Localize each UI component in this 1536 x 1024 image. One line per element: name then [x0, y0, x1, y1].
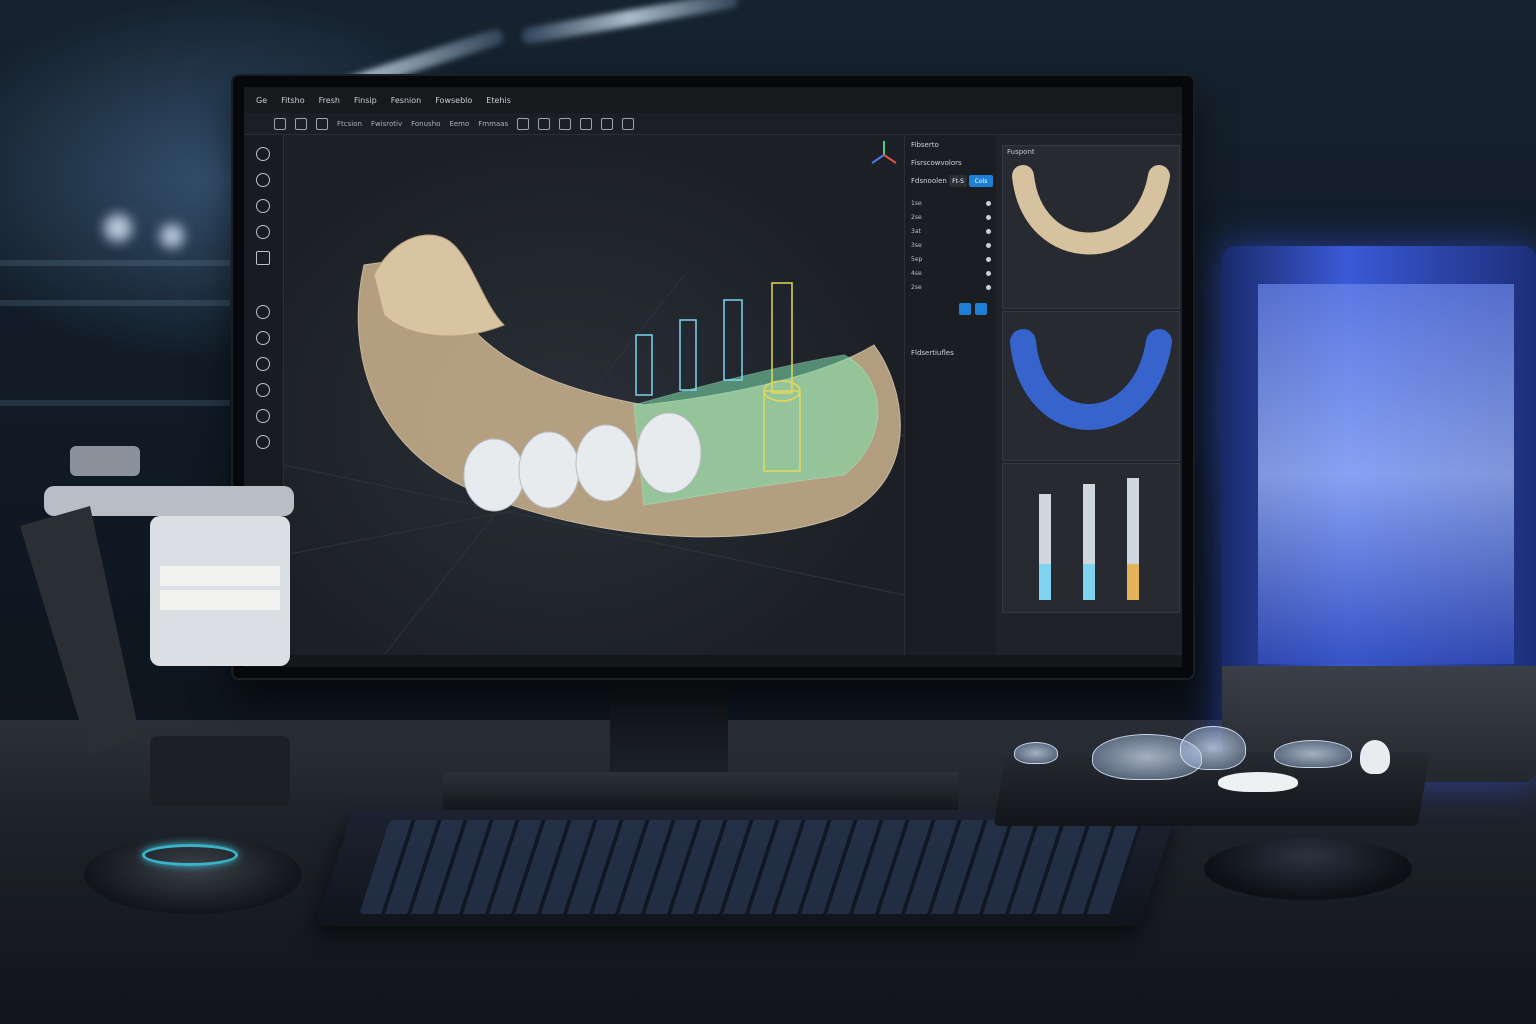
status-bar: Drabot: [244, 655, 1182, 667]
visibility-icon[interactable]: [986, 270, 991, 276]
tooth-tool-icon[interactable]: [256, 305, 270, 319]
background-shelf: [0, 260, 230, 266]
tool-icon[interactable]: [601, 117, 614, 130]
tooth-tool-icon[interactable]: [256, 331, 270, 345]
monitor-stand-base: [443, 772, 958, 812]
menu-item[interactable]: Finsip: [354, 96, 377, 105]
tooth-tool-icon[interactable]: [256, 383, 270, 397]
toolbar-label[interactable]: Fwisrotiv: [371, 120, 402, 128]
preview-arch[interactable]: Fuspont: [1002, 145, 1180, 309]
clear-aligner: [1180, 726, 1246, 770]
layer-row[interactable]: 3at: [911, 225, 991, 237]
layer-row[interactable]: 1se: [911, 197, 991, 209]
arch-thumbnail: [1012, 165, 1170, 255]
preview-guide[interactable]: [1002, 311, 1180, 461]
background-shelf: [0, 400, 230, 406]
rotate-tool-icon[interactable]: [256, 225, 270, 239]
tool-icon[interactable]: [316, 117, 328, 130]
visibility-icon[interactable]: [986, 214, 991, 220]
guide-thumbnail: [1010, 329, 1172, 430]
background-light: [160, 224, 184, 248]
base-light-ring: [142, 844, 238, 866]
visibility-icon[interactable]: [986, 256, 991, 262]
mode-button[interactable]: Ft-S: [949, 175, 967, 187]
tool-icon[interactable]: [538, 117, 551, 130]
tool-icon[interactable]: [295, 117, 307, 130]
tool-icon[interactable]: [517, 117, 530, 130]
background-shelf: [0, 300, 230, 306]
visibility-icon[interactable]: [986, 228, 991, 234]
background-light: [104, 214, 132, 242]
toolbar-label[interactable]: Fonusho: [411, 120, 440, 128]
3d-printer: [1222, 246, 1536, 782]
properties-panel: Fibserto Fisrscowvolors Fdsnoolen Ft-S C…: [904, 135, 996, 655]
cad-software-screen: Ge Fitsho Fresh Finsip Fesnion Fowseblo …: [244, 87, 1182, 667]
thumb-label: Fuspont: [1007, 148, 1035, 156]
lasso-tool-icon[interactable]: [256, 147, 270, 161]
visibility-icon[interactable]: [986, 284, 991, 290]
menu-item[interactable]: Fitsho: [281, 96, 305, 105]
menu-item[interactable]: Fowseblo: [435, 96, 472, 105]
tool-icon[interactable]: [559, 117, 572, 130]
layer-row[interactable]: 2se: [911, 281, 991, 293]
preview-implants[interactable]: [1002, 463, 1180, 613]
frame-tool-icon[interactable]: [256, 251, 270, 265]
mode-button-active[interactable]: Cols: [969, 175, 993, 187]
keyboard[interactable]: [315, 810, 1177, 926]
printed-crown: [1360, 740, 1390, 774]
tooth-tool-icon[interactable]: [256, 357, 270, 371]
preview-thumbnails: Fuspont: [996, 135, 1182, 655]
mouse[interactable]: [1204, 838, 1412, 900]
panel-section-label: Fdsnoolen: [911, 177, 947, 185]
printed-arch: [1218, 772, 1298, 792]
tool-icon[interactable]: [622, 117, 635, 130]
toolbar-label[interactable]: Ftcsion: [337, 120, 362, 128]
tool-icon[interactable]: [274, 117, 286, 130]
implant-thumbnail: [1039, 478, 1139, 600]
panel-footer-label: Fldsertiufles: [911, 349, 954, 357]
toolbar: Ftcsion Fwisrotiv Fonusho Eemo Fmmaas: [244, 113, 1182, 135]
menu-item[interactable]: Fresh: [319, 96, 340, 105]
layer-row[interactable]: 4se: [911, 267, 991, 279]
axis-gizmo: [871, 141, 897, 164]
clear-aligner: [1274, 740, 1352, 768]
panel-action-button[interactable]: [975, 303, 987, 315]
menu-bar: Ge Fitsho Fresh Finsip Fesnion Fowseblo …: [244, 87, 1182, 113]
upper-teeth-back: [373, 234, 505, 337]
panel-subtitle: Fisrscowvolors: [911, 159, 962, 167]
sphere-tool-icon[interactable]: [256, 199, 270, 213]
menu-item[interactable]: Fesnion: [391, 96, 422, 105]
menu-item[interactable]: Ge: [256, 96, 267, 105]
layer-row[interactable]: 2se: [911, 211, 991, 223]
tool-icon[interactable]: [580, 117, 593, 130]
layer-row[interactable]: 3se: [911, 239, 991, 251]
3d-viewport[interactable]: [283, 135, 905, 656]
circle-tool-icon[interactable]: [256, 173, 270, 187]
toolbar-label[interactable]: Fmmaas: [478, 120, 508, 128]
panel-action-button[interactable]: [959, 303, 971, 315]
visibility-icon[interactable]: [986, 200, 991, 206]
monitor: Ge Fitsho Fresh Finsip Fesnion Fowseblo …: [233, 76, 1193, 678]
visibility-icon[interactable]: [986, 242, 991, 248]
toolbar-label[interactable]: Eemo: [449, 120, 469, 128]
tooth-tool-icon[interactable]: [256, 409, 270, 423]
ceiling-light: [520, 0, 740, 45]
keyboard-keys: [359, 820, 1144, 914]
small-part: [1014, 742, 1058, 764]
printer-chamber: [1258, 284, 1514, 664]
layer-row[interactable]: 5ep: [911, 253, 991, 265]
panel-title: Fibserto: [911, 141, 939, 149]
menu-item[interactable]: Etehis: [486, 96, 511, 105]
monitor-stand: [610, 678, 728, 778]
jaw-model-render: [283, 141, 905, 656]
